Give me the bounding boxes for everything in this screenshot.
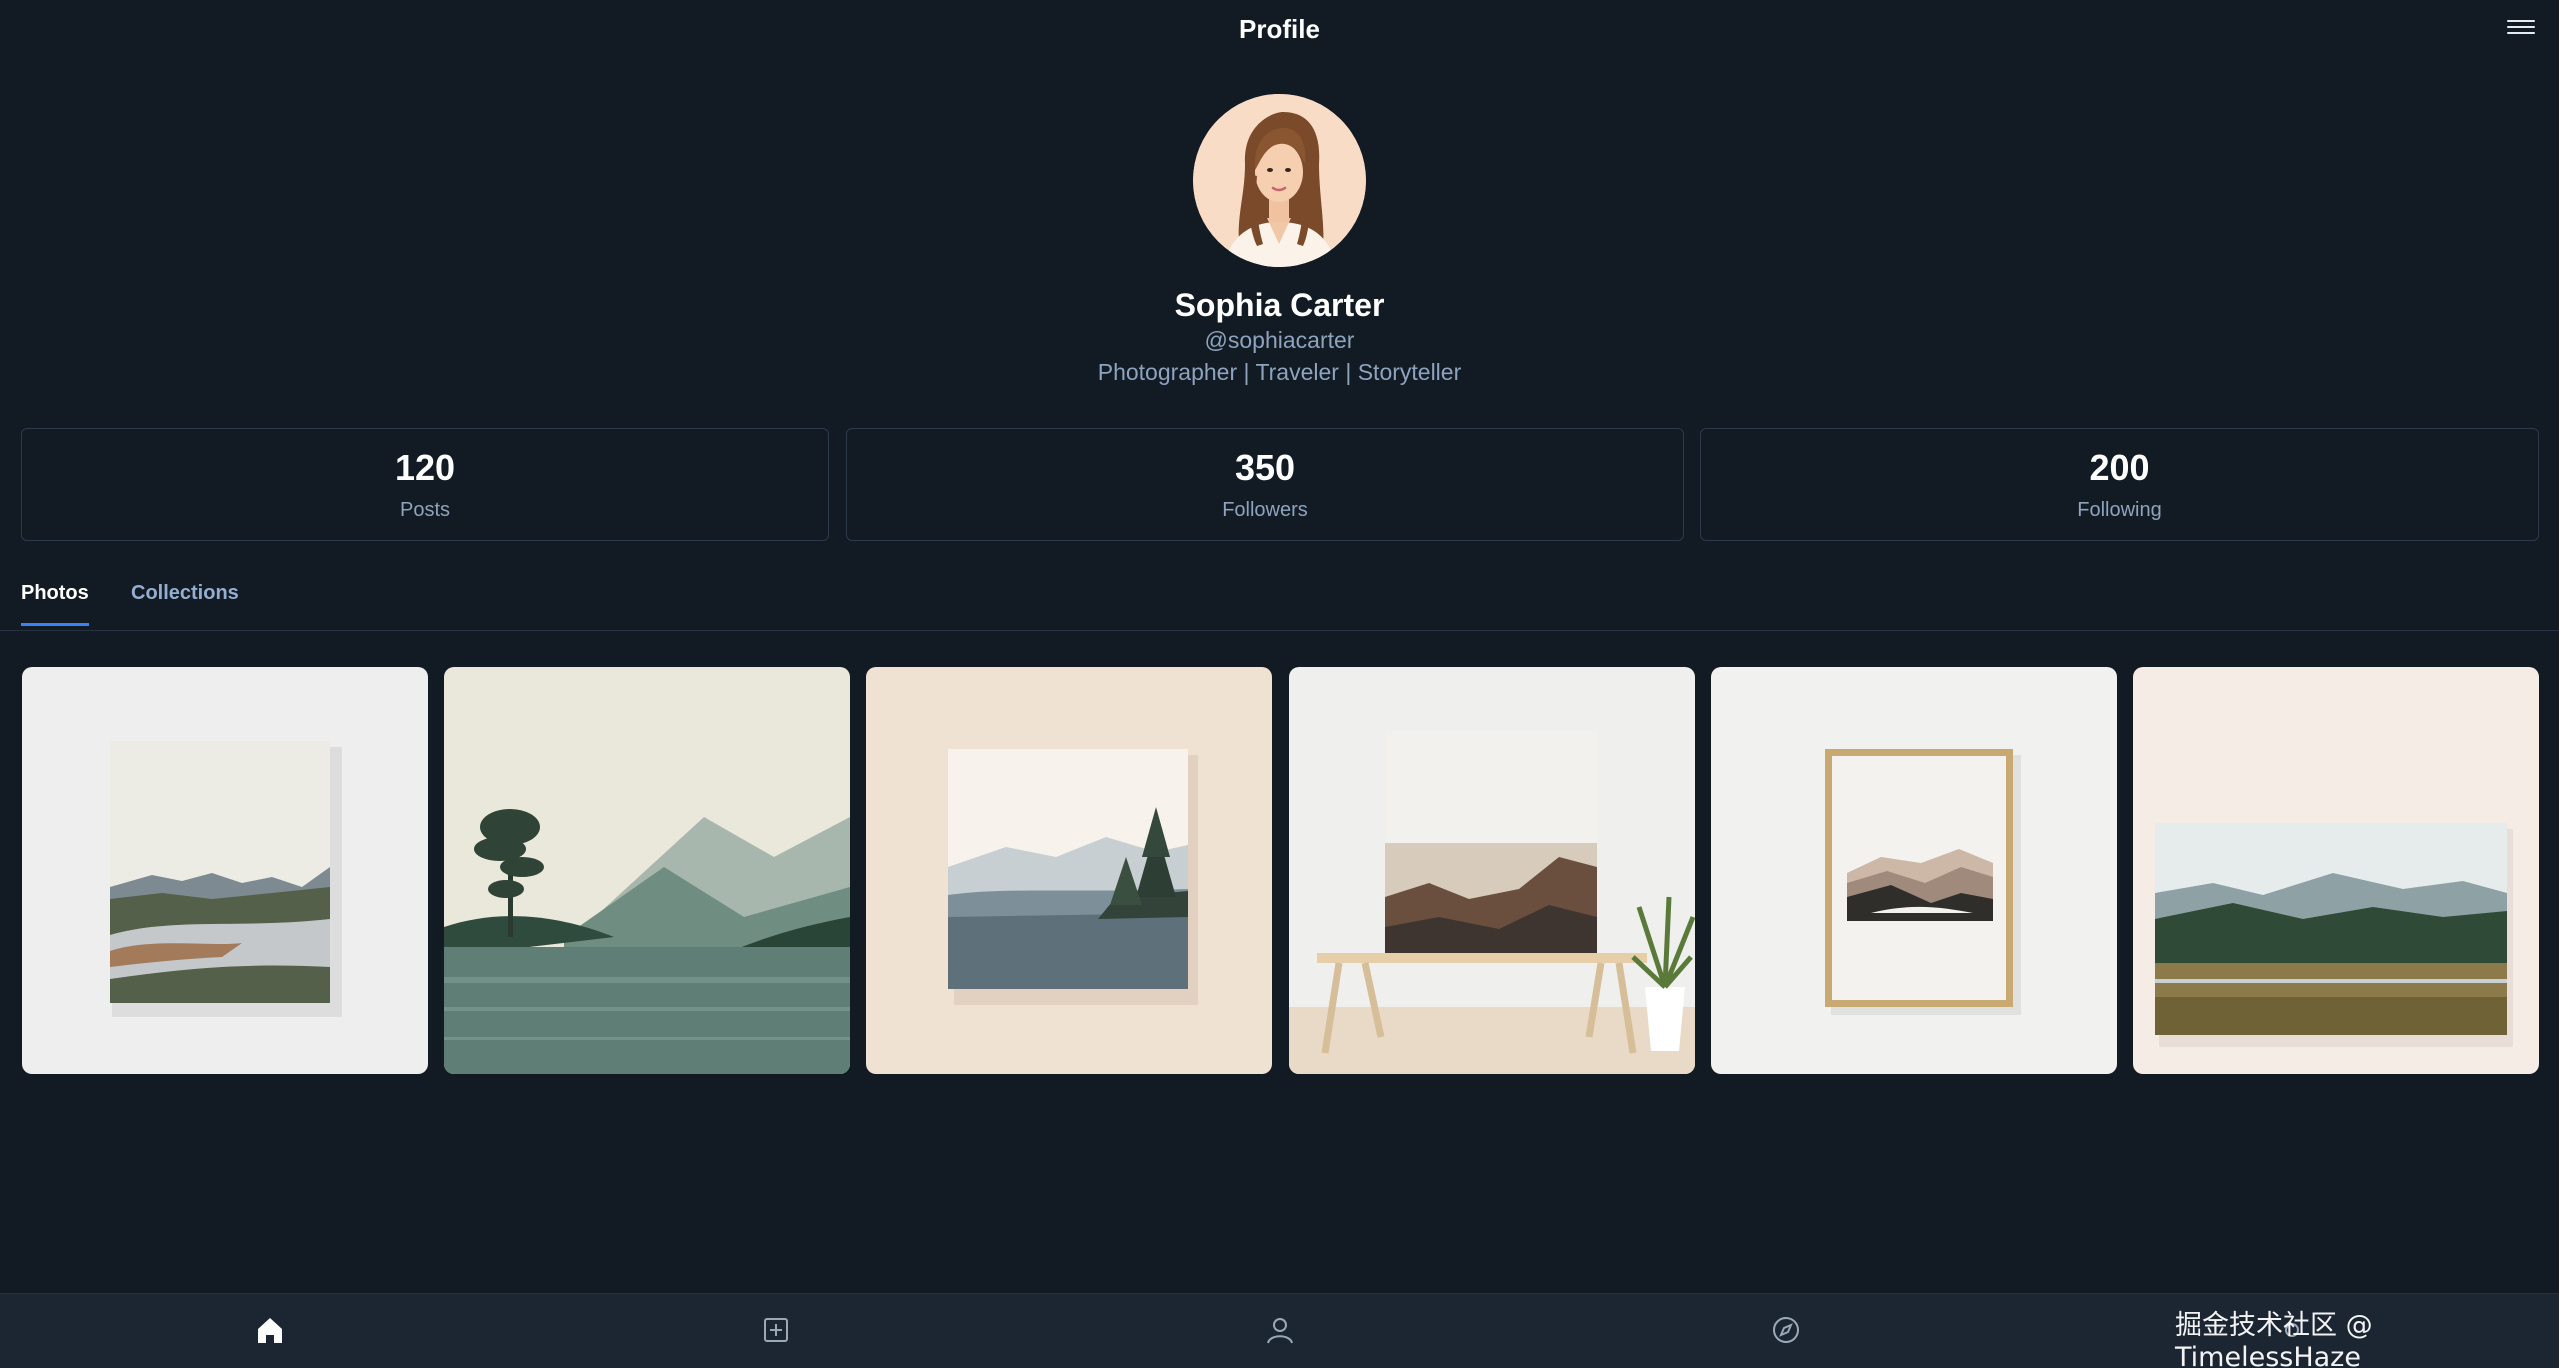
avatar: [1193, 94, 1366, 267]
photo-misty-lake-pine-print[interactable]: [866, 667, 1272, 1074]
stat-label: Followers: [1222, 499, 1308, 521]
tab-collections[interactable]: Collections: [131, 582, 239, 623]
stat-value: 120: [394, 447, 456, 488]
photo-abstract-hills-framed[interactable]: [1711, 667, 2117, 1074]
photo-valley-field-print[interactable]: [2133, 667, 2539, 1074]
stat-value: 200: [2089, 447, 2150, 488]
tab-photos[interactable]: Photos: [21, 582, 89, 626]
stat-label: Following: [2077, 499, 2162, 521]
profile-handle: @sophiacarter: [1204, 327, 1355, 353]
page-title: Profile: [1239, 14, 1320, 44]
photo-lake-tree-landscape[interactable]: [444, 667, 850, 1074]
add-post-icon[interactable]: [756, 1310, 796, 1350]
profile-name: Sophia Carter: [1174, 287, 1385, 323]
hamburger-menu-icon[interactable]: [2507, 16, 2535, 40]
tab-bar: Photos Collections: [0, 560, 2559, 631]
stat-posts[interactable]: 120 Posts: [21, 428, 829, 541]
stat-following[interactable]: 200 Following: [1700, 428, 2539, 541]
stat-value: 350: [1234, 447, 1296, 488]
explore-icon[interactable]: [1766, 1310, 1806, 1350]
header: Profile: [0, 0, 2559, 60]
watermark: 掘金技术社区 @ TimelessHaze: [2175, 1310, 2373, 1368]
stat-followers[interactable]: 350 Followers: [846, 428, 1684, 541]
home-icon[interactable]: [250, 1310, 290, 1350]
profile-screen: Profile Sophia Carter @sophiacarter Phot…: [0, 0, 2559, 1368]
photo-framed-river-print[interactable]: [22, 667, 428, 1074]
profile-icon[interactable]: [1260, 1310, 1300, 1350]
profile-bio: Photographer | Traveler | Storyteller: [1097, 359, 1462, 385]
photo-mountain-print-on-bench[interactable]: [1289, 667, 1695, 1074]
stat-label: Posts: [399, 499, 451, 521]
